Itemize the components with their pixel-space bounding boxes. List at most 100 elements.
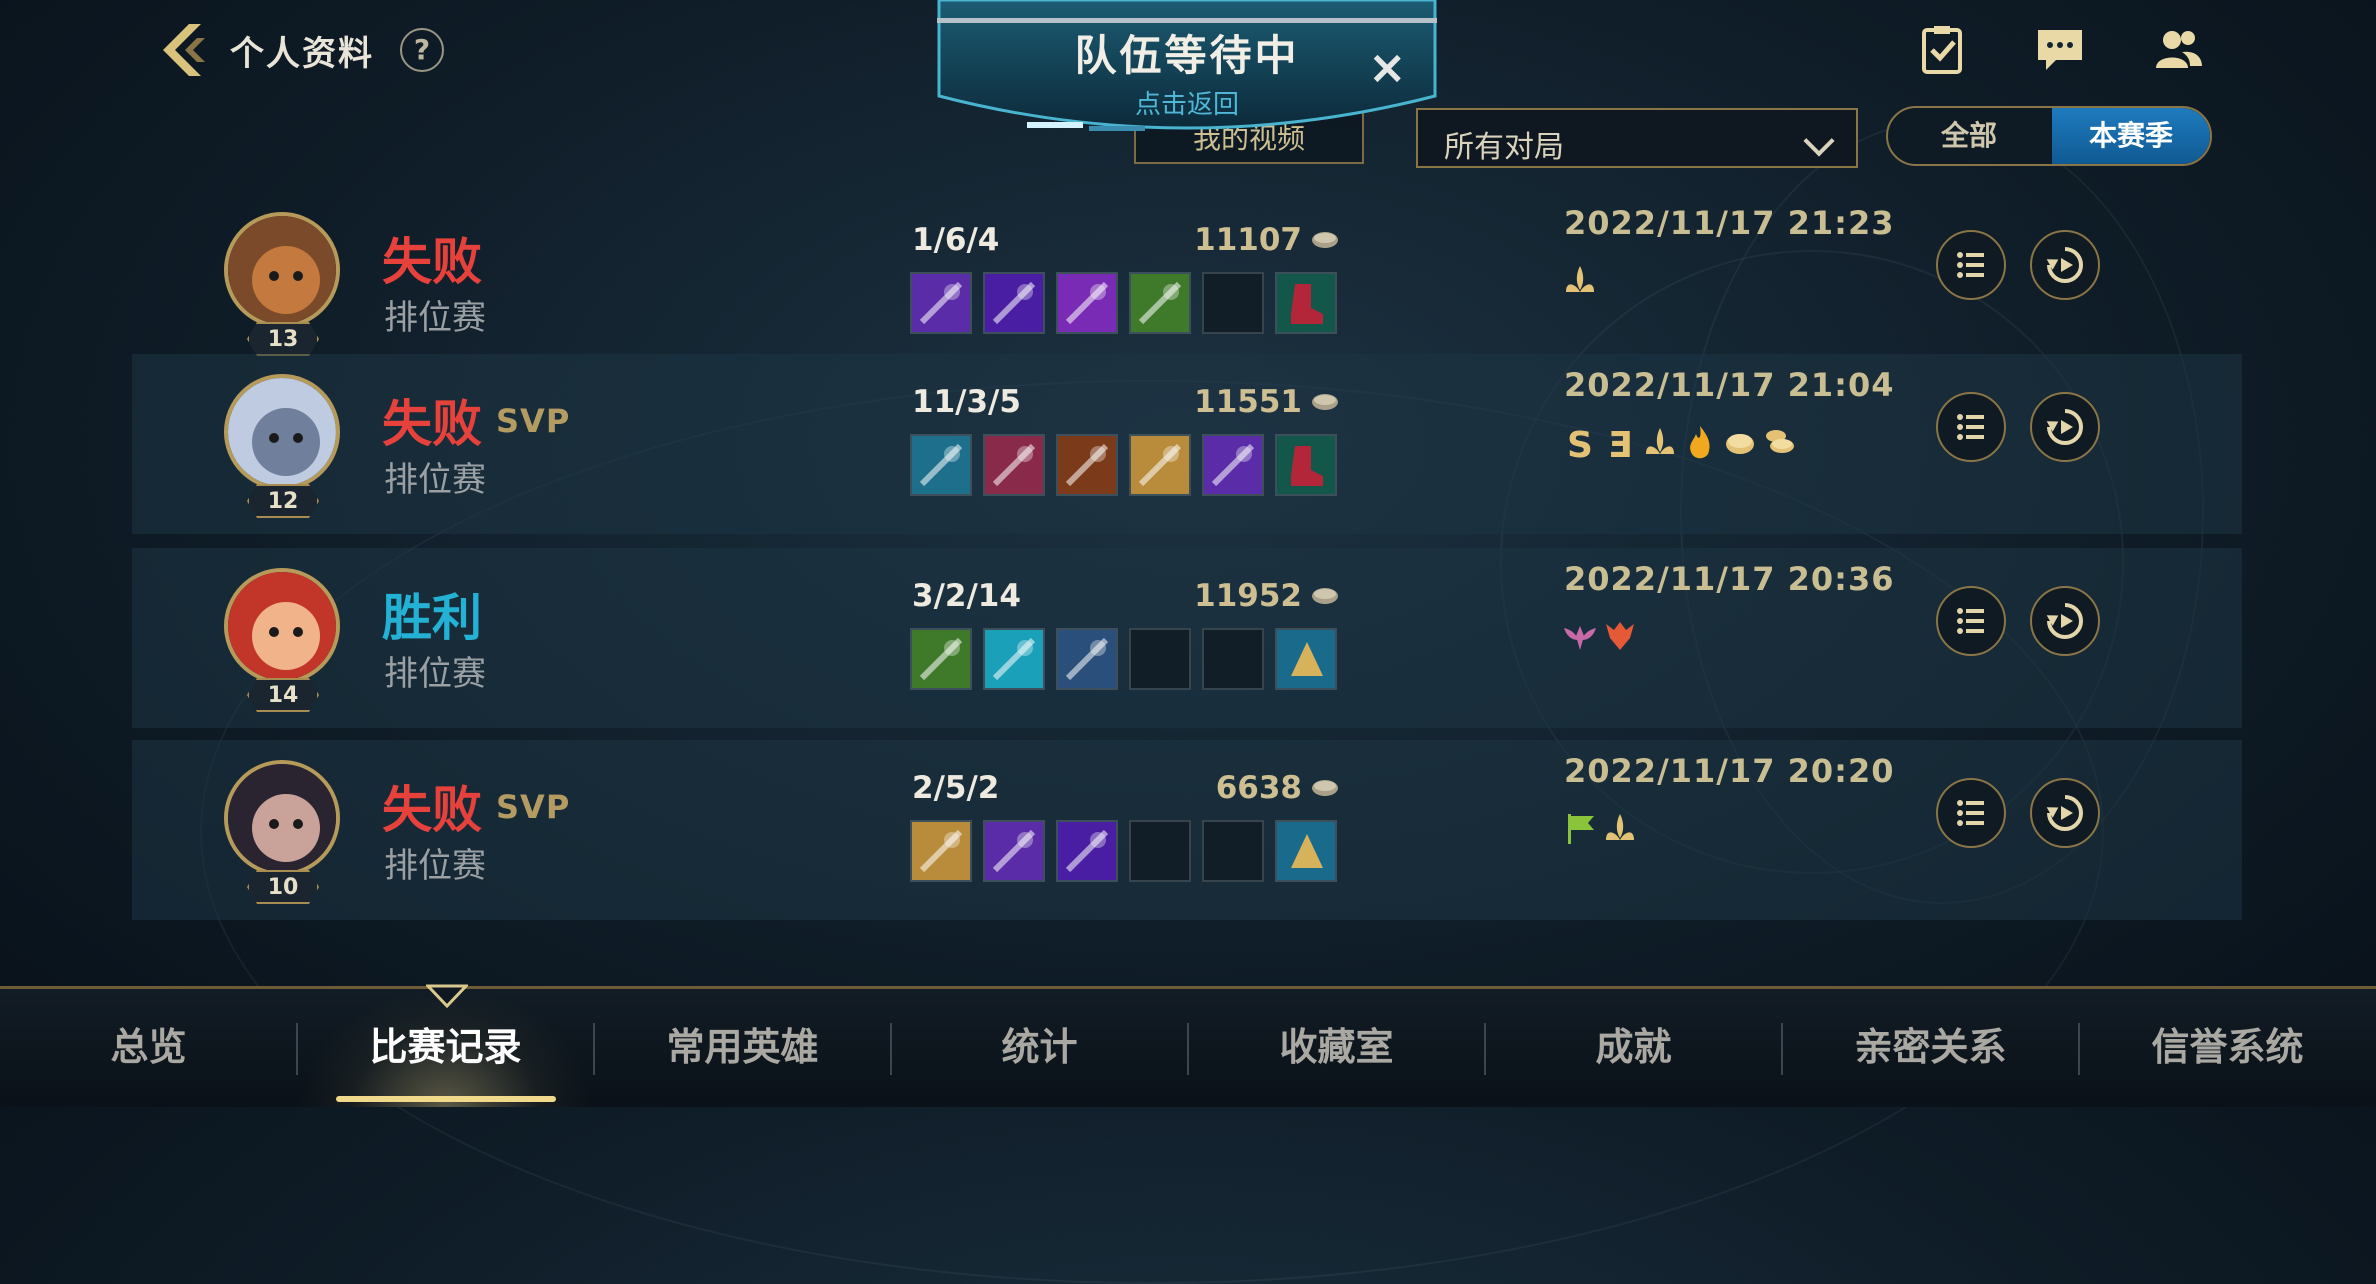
item-icon[interactable]: [983, 434, 1045, 496]
gold-earned: 11952: [1194, 578, 1302, 614]
replay-button[interactable]: [2030, 230, 2100, 300]
match-result: 失败: [382, 233, 482, 291]
kda-stat: 11/3/5: [912, 384, 1021, 420]
item-icon[interactable]: [1129, 272, 1191, 334]
season-option-all[interactable]: 全部: [1888, 108, 2050, 164]
match-row[interactable]: 12 失败 SVP 排位赛 11/3/5 11551 2022/11/17 21:04 S Ǝ: [132, 354, 2242, 534]
match-date: 2022/11/17 21:04: [1564, 366, 1895, 404]
boots-item-icon[interactable]: [1275, 434, 1337, 496]
replay-button[interactable]: [2030, 392, 2100, 462]
lotus-icon: [1640, 424, 1680, 468]
match-result: 失败: [382, 395, 482, 453]
gold-coin-icon: [1310, 778, 1340, 798]
item-icon[interactable]: [1056, 820, 1118, 882]
nav-tab[interactable]: 信誉系统: [2079, 989, 2376, 1107]
item-icon[interactable]: [983, 272, 1045, 334]
checklist-icon[interactable]: [1914, 24, 1970, 76]
active-tab-indicator: [336, 1096, 556, 1102]
item-icon[interactable]: [1056, 434, 1118, 496]
season-option-current[interactable]: 本赛季: [2052, 108, 2210, 164]
kda-stat: 1/6/4: [912, 222, 1000, 258]
item-icon[interactable]: [1056, 628, 1118, 690]
list-icon: [1957, 800, 1984, 826]
chevron-down-icon: [1803, 125, 1835, 157]
trinket-item-icon[interactable]: [1275, 820, 1337, 882]
nav-tab[interactable]: 统计: [891, 989, 1188, 1107]
item-icon[interactable]: [910, 820, 972, 882]
replay-icon: [2046, 247, 2083, 283]
replay-button[interactable]: [2030, 778, 2100, 848]
match-row[interactable]: 14 胜利 排位赛 3/2/14 11952 2022/11/17 20:36: [132, 548, 2242, 728]
match-row[interactable]: 10 失败 SVP 排位赛 2/5/2 6638 2022/11/17 20:20: [132, 740, 2242, 920]
item-icon[interactable]: [983, 820, 1045, 882]
nav-tab[interactable]: 常用英雄: [594, 989, 891, 1107]
coins-icon: [1760, 424, 1800, 468]
list-icon: [1957, 252, 1984, 278]
match-date: 2022/11/17 21:23: [1564, 204, 1895, 242]
gold-coin-icon: [1310, 586, 1340, 606]
item-icon[interactable]: [1202, 434, 1264, 496]
list-icon: [1957, 608, 1984, 634]
nav-tab[interactable]: 收藏室: [1188, 989, 1485, 1107]
champion-avatar[interactable]: [224, 374, 340, 490]
nav-tab[interactable]: 成就: [1485, 989, 1782, 1107]
match-date: 2022/11/17 20:20: [1564, 752, 1895, 790]
season-toggle[interactable]: 全部 本赛季: [1886, 106, 2212, 166]
nav-tab[interactable]: 总览: [0, 989, 297, 1107]
trinket-item-icon[interactable]: [1275, 628, 1337, 690]
match-type-value: 所有对局: [1444, 130, 1564, 165]
empty-item-slot[interactable]: [1202, 272, 1264, 334]
match-detail-button[interactable]: [1936, 392, 2006, 462]
list-icon: [1957, 414, 1984, 440]
gold-earned: 11107: [1194, 222, 1302, 258]
match-detail-button[interactable]: [1936, 586, 2006, 656]
match-detail-button[interactable]: [1936, 230, 2006, 300]
chat-icon[interactable]: [2032, 24, 2088, 76]
match-detail-button[interactable]: [1936, 778, 2006, 848]
back-button[interactable]: [155, 20, 215, 80]
empty-item-slot[interactable]: [1129, 820, 1191, 882]
nav-divider: [1484, 1023, 1486, 1075]
item-icon[interactable]: [910, 272, 972, 334]
item-icon[interactable]: [910, 434, 972, 496]
gold-earned: 11551: [1194, 384, 1302, 420]
wings-icon: [1560, 618, 1600, 662]
badge-letter-icon: Ǝ: [1607, 425, 1633, 466]
match-result: 失败: [382, 781, 482, 839]
nav-divider: [1187, 1023, 1189, 1075]
kda-stat: 2/5/2: [912, 770, 1000, 806]
item-icon[interactable]: [910, 628, 972, 690]
champion-avatar[interactable]: [224, 568, 340, 684]
replay-icon: [2046, 409, 2083, 445]
champion-level: 12: [247, 484, 319, 518]
close-icon[interactable]: ×: [1368, 40, 1407, 94]
game-mode: 排位赛: [384, 298, 486, 338]
item-icon[interactable]: [983, 628, 1045, 690]
boots-item-icon[interactable]: [1275, 272, 1337, 334]
match-date: 2022/11/17 20:36: [1564, 560, 1895, 598]
nav-tab[interactable]: 亲密关系: [1782, 989, 2079, 1107]
friends-icon[interactable]: [2150, 24, 2206, 76]
game-mode: 排位赛: [384, 460, 486, 500]
gold-coin-icon: [1310, 230, 1340, 250]
nav-divider: [2078, 1023, 2080, 1075]
champion-avatar[interactable]: [224, 760, 340, 876]
game-mode: 排位赛: [384, 846, 486, 886]
champion-avatar[interactable]: [224, 212, 340, 328]
empty-item-slot[interactable]: [1202, 820, 1264, 882]
empty-item-slot[interactable]: [1129, 628, 1191, 690]
item-icon[interactable]: [1129, 434, 1191, 496]
replay-button[interactable]: [2030, 586, 2100, 656]
nav-divider: [890, 1023, 892, 1075]
flag-icon: [1560, 810, 1600, 854]
kda-stat: 3/2/14: [912, 578, 1021, 614]
help-icon[interactable]: ?: [400, 28, 444, 72]
page-title: 个人资料: [230, 34, 374, 74]
match-row[interactable]: 13 失败 排位赛 1/6/4 11107 2022/11/17 21:23: [132, 192, 2242, 372]
item-icon[interactable]: [1056, 272, 1118, 334]
svp-badge: SVP: [496, 788, 571, 826]
nav-pointer-icon: [426, 984, 468, 1008]
empty-item-slot[interactable]: [1202, 628, 1264, 690]
match-type-dropdown[interactable]: 所有对局: [1416, 108, 1858, 168]
coin-icon: [1720, 424, 1760, 468]
